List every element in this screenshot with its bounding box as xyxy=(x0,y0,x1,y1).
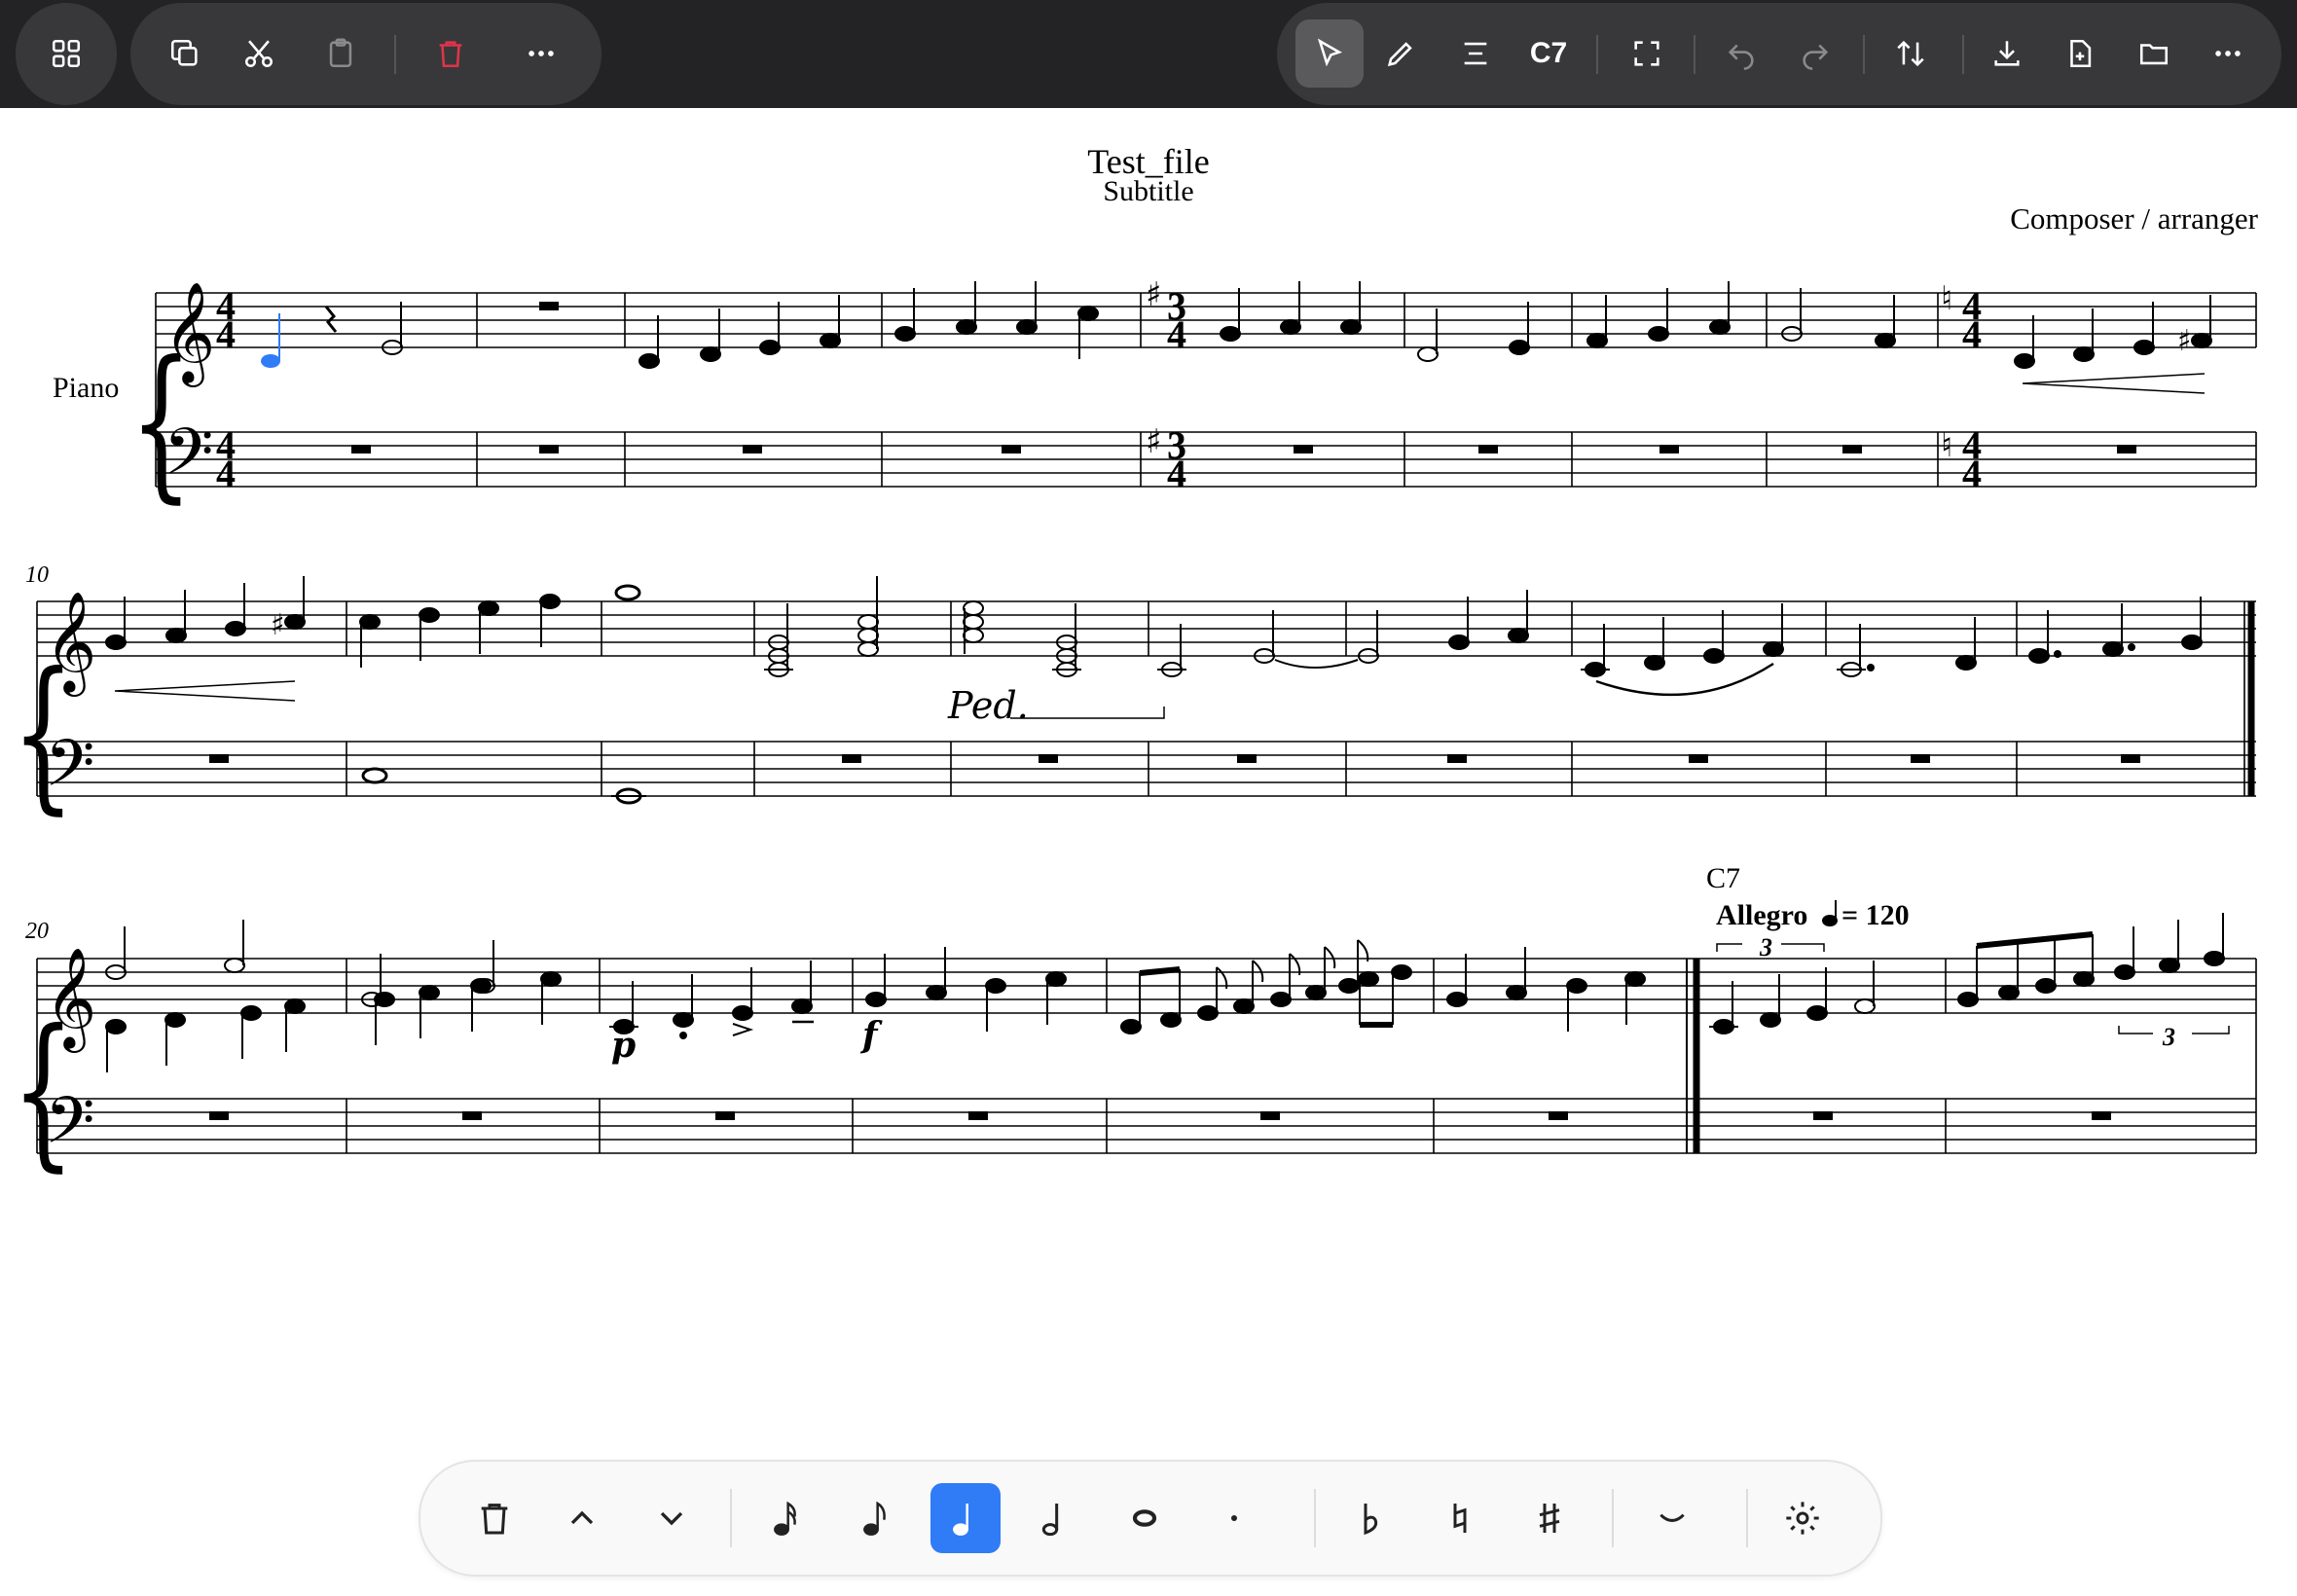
sharp-accidental: ♯ xyxy=(271,608,285,642)
sharp-accidental: ♯ xyxy=(2177,324,2192,358)
bass-clef: 𝄢 xyxy=(45,1083,94,1174)
eighth-note-icon xyxy=(863,1501,886,1536)
treble-clef: 𝄞 xyxy=(164,281,215,387)
pedal-marking: Ped. xyxy=(947,684,1029,727)
note-palette xyxy=(419,1460,1882,1577)
flat-button[interactable] xyxy=(1335,1483,1405,1553)
treble-clef: 𝄞 xyxy=(45,947,96,1053)
dynamic-forte: f xyxy=(859,1015,883,1056)
flat-icon xyxy=(1364,1504,1378,1536)
eighth-note-button[interactable] xyxy=(841,1483,911,1553)
dot-icon xyxy=(1231,1515,1237,1521)
tempo-note-icon xyxy=(1822,900,1838,926)
score-notation[interactable]: 𝄞 Piano { 𝄞 𝄢 44 44 34 34 44 44 ♯♯ ♮♮ xyxy=(0,0,2297,1460)
svg-text:4: 4 xyxy=(1962,452,1982,495)
key-accidentals: ♯ ♯ ♮ ♮ xyxy=(1146,275,1952,465)
selected-note xyxy=(261,354,280,368)
bass-clef: 𝄢 xyxy=(164,415,213,505)
whole-note-icon xyxy=(1132,1509,1157,1527)
quarter-note-icon xyxy=(953,1504,968,1536)
sixteenth-note-button[interactable] xyxy=(751,1483,821,1553)
natural-button[interactable] xyxy=(1425,1483,1495,1553)
instrument-name: Piano xyxy=(53,372,119,404)
time-signatures: 44 44 34 34 44 44 xyxy=(216,284,1982,495)
svg-text:4: 4 xyxy=(216,452,236,495)
svg-text:4: 4 xyxy=(1167,312,1186,356)
tempo-value: = 120 xyxy=(1841,899,1910,931)
sharp-icon xyxy=(1539,1504,1560,1533)
palette-separator xyxy=(1314,1489,1316,1547)
gear-icon xyxy=(1786,1502,1819,1535)
pitch-down-button[interactable] xyxy=(637,1483,707,1553)
svg-text:4: 4 xyxy=(1167,452,1186,495)
palette-separator xyxy=(1746,1489,1748,1547)
whole-note-button[interactable] xyxy=(1110,1483,1180,1553)
palette-delete-button[interactable] xyxy=(459,1483,529,1553)
chord-symbol: C7 xyxy=(1706,862,1740,894)
dot-button[interactable] xyxy=(1199,1483,1269,1553)
tuplet-number: 3 xyxy=(2162,1023,2175,1051)
chevron-up-icon xyxy=(570,1510,594,1525)
half-note-button[interactable] xyxy=(1020,1483,1090,1553)
palette-separator xyxy=(730,1489,732,1547)
svg-text:♮: ♮ xyxy=(1941,279,1952,318)
measure-number-20: 20 xyxy=(25,919,49,944)
svg-text:4: 4 xyxy=(1962,312,1982,356)
trash-icon xyxy=(481,1504,508,1535)
svg-text:4: 4 xyxy=(216,312,236,356)
pitch-up-button[interactable] xyxy=(547,1483,617,1553)
svg-text:♮: ♮ xyxy=(1941,426,1952,465)
system-2 xyxy=(36,600,2256,797)
natural-icon xyxy=(1453,1504,1467,1533)
tempo-text: Allegro xyxy=(1716,899,1807,931)
chevron-down-icon xyxy=(660,1511,683,1526)
svg-text:♯: ♯ xyxy=(1146,422,1161,461)
tie-button[interactable] xyxy=(1637,1483,1707,1553)
treble-clef: 𝄞 xyxy=(45,591,96,697)
notes-system-3 xyxy=(105,913,2230,1120)
tuplet-number: 3 xyxy=(1759,933,1772,961)
tie-icon xyxy=(1659,1513,1685,1522)
svg-text:♯: ♯ xyxy=(1146,275,1161,314)
dynamic-piano: p xyxy=(611,1025,636,1066)
settings-button[interactable] xyxy=(1768,1483,1838,1553)
system-3 xyxy=(36,958,2257,1154)
half-note-icon xyxy=(1041,1504,1059,1537)
sixteenth-note-icon xyxy=(774,1501,796,1536)
quarter-note-button[interactable] xyxy=(930,1483,1001,1553)
palette-separator xyxy=(1612,1489,1614,1547)
measure-number-10: 10 xyxy=(25,562,49,588)
sharp-button[interactable] xyxy=(1514,1483,1585,1553)
bass-clef: 𝄢 xyxy=(45,726,94,816)
